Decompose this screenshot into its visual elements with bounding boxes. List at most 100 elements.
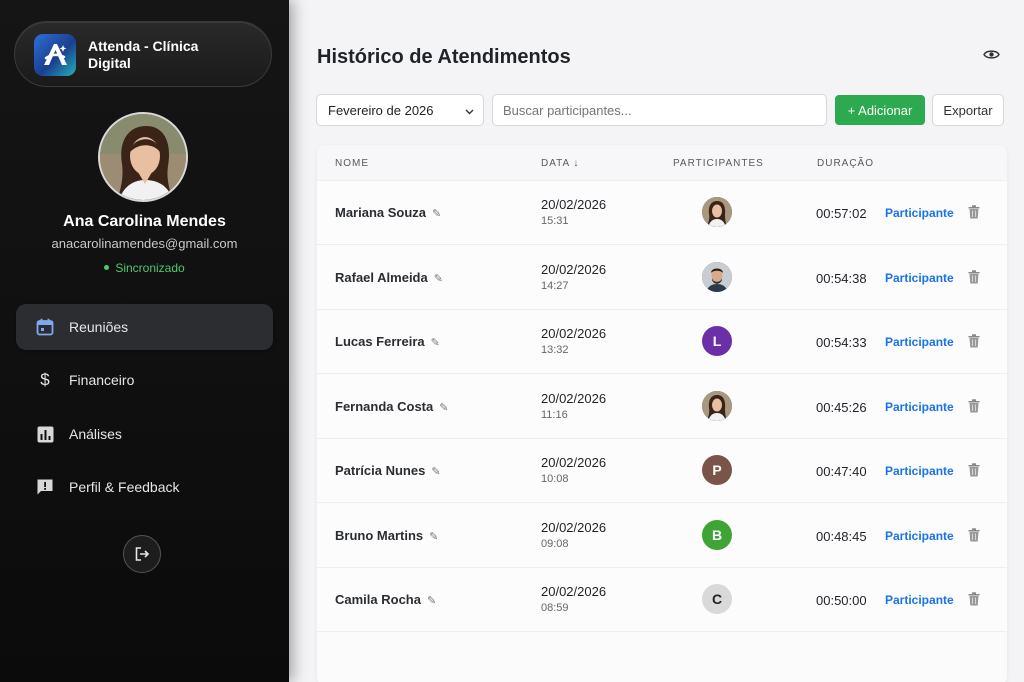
table-row[interactable]: Fernanda Costa ✎ 20/02/2026 11:16 00:45:26 Pa… bbox=[317, 374, 1007, 439]
sidebar-item-label: Perfil & Feedback bbox=[69, 479, 180, 495]
edit-pencil-icon[interactable]: ✎ bbox=[439, 401, 448, 414]
row-date: 20/02/2026 bbox=[541, 584, 607, 599]
trash-icon[interactable] bbox=[968, 205, 980, 219]
participant-link[interactable]: Participante bbox=[885, 529, 954, 543]
month-select[interactable]: Fevereiro de 2026 bbox=[316, 94, 484, 126]
table-row[interactable]: Patrícia Nunes ✎ 20/02/2026 10:08 P 00:47:40 P… bbox=[317, 439, 1007, 503]
eye-icon[interactable] bbox=[983, 46, 1000, 63]
brand-title-line2: Digital bbox=[88, 55, 131, 71]
participant-avatar[interactable]: B bbox=[702, 519, 732, 550]
sidebar-item-label: Análises bbox=[69, 426, 122, 442]
row-duration: 00:47:40 bbox=[816, 464, 867, 479]
avatar-initial: L bbox=[712, 333, 722, 349]
participant-avatar[interactable]: P bbox=[702, 455, 732, 485]
row-name-text: Camila Rocha bbox=[335, 592, 421, 607]
avatar-initial: B bbox=[711, 526, 723, 543]
trash-icon[interactable] bbox=[968, 334, 980, 348]
participant-avatar[interactable] bbox=[702, 197, 732, 227]
row-name-text: Rafael Almeida bbox=[335, 269, 428, 285]
brand-title-line1: Attenda - Clínica bbox=[88, 38, 199, 54]
logout-icon bbox=[135, 547, 150, 561]
participant-link[interactable]: Participante bbox=[885, 593, 954, 607]
row-time: 15:31 bbox=[541, 215, 569, 227]
status-dot-icon bbox=[104, 265, 110, 271]
trash-icon[interactable] bbox=[968, 269, 980, 284]
column-header-name[interactable]: NOME bbox=[335, 158, 369, 169]
edit-pencil-icon[interactable]: ✎ bbox=[429, 530, 438, 543]
row-time: 14:27 bbox=[541, 279, 569, 292]
trash-icon[interactable] bbox=[968, 463, 980, 477]
participant-link[interactable]: Participante bbox=[885, 206, 954, 220]
feedback-icon bbox=[35, 477, 55, 497]
row-name-text: Bruno Martins bbox=[335, 527, 424, 543]
user-email: anacarolinamendes@gmail.com bbox=[51, 236, 238, 251]
edit-pencil-icon[interactable]: ✎ bbox=[427, 594, 436, 607]
sidebar: Attenda - Clínica Digital Ana Carolina M… bbox=[0, 0, 289, 682]
row-name: Fernanda Costa ✎ bbox=[335, 399, 448, 414]
column-header-date[interactable]: DATA ↓ bbox=[541, 158, 579, 169]
bar-chart-icon bbox=[35, 424, 55, 444]
row-date: 20/02/2026 bbox=[541, 455, 607, 470]
row-date: 20/02/2026 bbox=[541, 197, 607, 212]
avatar-initial: P bbox=[712, 462, 722, 478]
row-date: 20/02/2026 bbox=[541, 326, 607, 341]
edit-pencil-icon[interactable]: ✎ bbox=[434, 272, 443, 285]
participant-link[interactable]: Participante bbox=[885, 271, 954, 285]
edit-pencil-icon[interactable]: ✎ bbox=[432, 207, 441, 220]
row-duration: 00:54:33 bbox=[816, 335, 867, 350]
participant-avatar[interactable]: L bbox=[702, 326, 732, 356]
sidebar-item-financeiro[interactable]: $ Financeiro bbox=[16, 357, 273, 403]
table-row[interactable]: Mariana Souza ✎ 20/02/2026 15:31 00:57:02 Par… bbox=[317, 181, 1007, 245]
sync-status-label: Sincronizado bbox=[115, 261, 185, 275]
export-button[interactable]: Exportar bbox=[932, 94, 1004, 126]
add-button[interactable]: + Adicionar bbox=[835, 95, 925, 125]
row-name: Lucas Ferreira ✎ bbox=[335, 334, 440, 349]
row-duration: 00:50:00 bbox=[816, 593, 867, 608]
row-duration: 00:57:02 bbox=[816, 206, 867, 221]
sidebar-item-analises[interactable]: Análises bbox=[16, 411, 273, 457]
row-duration: 00:54:38 bbox=[816, 270, 867, 286]
row-name: Rafael Almeida ✎ bbox=[335, 270, 443, 285]
row-time: 11:16 bbox=[541, 408, 568, 421]
row-name-text: Mariana Souza bbox=[335, 205, 427, 220]
participant-link[interactable]: Participante bbox=[885, 464, 954, 478]
chevron-down-icon bbox=[464, 105, 475, 120]
edit-pencil-icon[interactable]: ✎ bbox=[431, 465, 440, 478]
row-date: 20/02/2026 bbox=[541, 261, 607, 277]
table-row[interactable]: Camila Rocha ✎ 20/02/2026 08:59 C 00:50:00 Par… bbox=[317, 568, 1007, 632]
month-select-value: Fevereiro de 2026 bbox=[328, 103, 434, 118]
trash-icon[interactable] bbox=[968, 398, 980, 413]
participant-avatar[interactable]: C bbox=[702, 584, 732, 614]
row-date: 20/02/2026 bbox=[541, 519, 607, 535]
edit-pencil-icon[interactable]: ✎ bbox=[431, 336, 440, 349]
trash-icon[interactable] bbox=[968, 527, 980, 542]
table-row[interactable]: Bruno Martins ✎ 20/02/2026 09:08 B 00:48:45 Pa… bbox=[317, 503, 1007, 568]
trash-icon[interactable] bbox=[968, 592, 980, 606]
row-time: 09:08 bbox=[541, 537, 569, 550]
participant-link[interactable]: Participante bbox=[885, 335, 954, 349]
user-avatar[interactable] bbox=[98, 112, 188, 202]
brand-title: Attenda - Clínica Digital bbox=[88, 38, 258, 72]
participant-avatar[interactable] bbox=[702, 261, 732, 292]
table-row[interactable]: Rafael Almeida ✎ 20/02/2026 14:27 00:54:38 Pa… bbox=[317, 245, 1007, 310]
row-date: 20/02/2026 bbox=[541, 390, 607, 406]
sidebar-item-perfil-feedback[interactable]: Perfil & Feedback bbox=[16, 464, 273, 510]
avatar-initial: C bbox=[711, 591, 723, 607]
participant-avatar[interactable] bbox=[702, 390, 732, 421]
logout-button[interactable] bbox=[123, 535, 161, 573]
participant-link[interactable]: Participante bbox=[885, 400, 954, 414]
attendance-table: NOME DATA ↓ PARTICIPANTES DURAÇÃO Marian… bbox=[317, 145, 1007, 682]
sync-status: Sincronizado bbox=[0, 261, 289, 275]
table-header: NOME DATA ↓ PARTICIPANTES DURAÇÃO bbox=[317, 145, 1007, 181]
sidebar-item-label: Financeiro bbox=[69, 372, 135, 388]
column-header-duration[interactable]: DURAÇÃO bbox=[817, 158, 874, 169]
row-name: Mariana Souza ✎ bbox=[335, 205, 441, 220]
row-time: 13:32 bbox=[541, 344, 569, 356]
row-time: 10:08 bbox=[541, 473, 569, 485]
sidebar-item-reunioes[interactable]: Reuniões bbox=[16, 304, 273, 350]
row-duration: 00:45:26 bbox=[816, 399, 867, 415]
row-name: Bruno Martins ✎ bbox=[335, 528, 438, 543]
table-row[interactable]: Lucas Ferreira ✎ 20/02/2026 13:32 L 00:54:33 P… bbox=[317, 310, 1007, 374]
brand-pill[interactable]: Attenda - Clínica Digital bbox=[14, 21, 272, 87]
search-input[interactable] bbox=[492, 94, 827, 126]
